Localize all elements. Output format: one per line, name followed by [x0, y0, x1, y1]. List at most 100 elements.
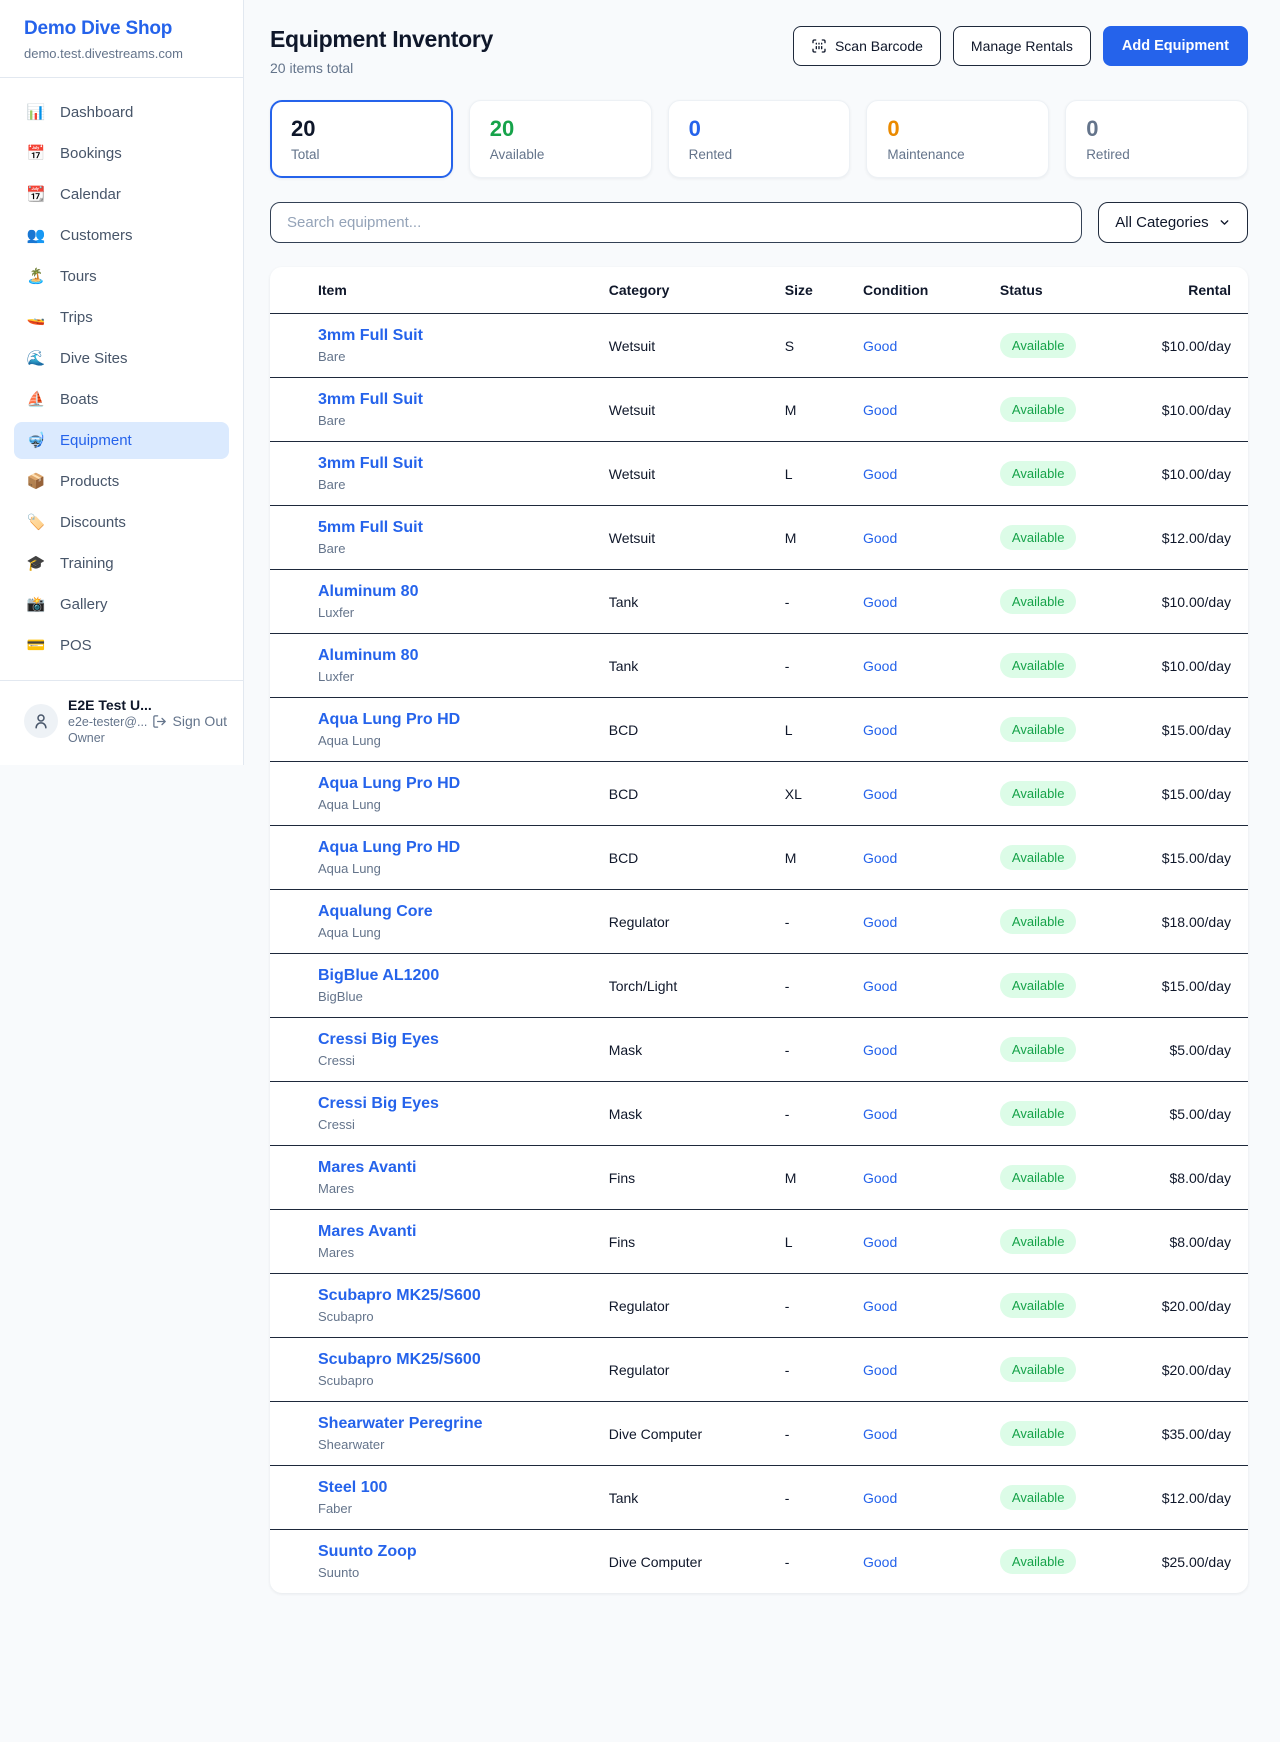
stat-card-total[interactable]: 20 Total	[270, 100, 453, 178]
item-condition-link[interactable]: Good	[847, 570, 984, 634]
item-size: -	[769, 1338, 847, 1402]
item-name-link[interactable]: Aqua Lung Pro HD	[318, 839, 577, 857]
item-condition-link[interactable]: Good	[847, 1018, 984, 1082]
nav-item-icon: 💳	[26, 638, 46, 653]
status-badge: Available	[1000, 653, 1077, 678]
stat-card-available[interactable]: 20 Available	[469, 100, 652, 178]
status-badge: Available	[1000, 909, 1077, 934]
shop-title[interactable]: Demo Dive Shop	[24, 18, 219, 40]
item-condition-link[interactable]: Good	[847, 954, 984, 1018]
item-condition-link[interactable]: Good	[847, 890, 984, 954]
nav-item-label: Products	[60, 473, 119, 490]
item-name-link[interactable]: Aluminum 80	[318, 647, 577, 665]
item-condition-link[interactable]: Good	[847, 1210, 984, 1274]
item-name-link[interactable]: Scubapro MK25/S600	[318, 1351, 577, 1369]
item-condition-link[interactable]: Good	[847, 826, 984, 890]
barcode-scan-icon	[811, 38, 827, 54]
item-condition-link[interactable]: Good	[847, 762, 984, 826]
item-name-link[interactable]: 3mm Full Suit	[318, 455, 577, 473]
stat-card-rented[interactable]: 0 Rented	[668, 100, 851, 178]
table-row: Mares Avanti Mares Fins M Good Available…	[270, 1146, 1248, 1210]
user-icon	[32, 712, 50, 730]
item-condition-link[interactable]: Good	[847, 1274, 984, 1338]
sidebar-item-dive-sites[interactable]: 🌊 Dive Sites	[14, 340, 229, 377]
sidebar-item-pos[interactable]: 💳 POS	[14, 627, 229, 664]
table-row: Aqua Lung Pro HD Aqua Lung BCD M Good Av…	[270, 826, 1248, 890]
scan-barcode-button[interactable]: Scan Barcode	[793, 26, 941, 66]
item-condition-link[interactable]: Good	[847, 1146, 984, 1210]
item-name-link[interactable]: Steel 100	[318, 1479, 577, 1497]
nav-item-icon: 📊	[26, 105, 46, 120]
item-size: L	[769, 1210, 847, 1274]
item-name-link[interactable]: Aluminum 80	[318, 583, 577, 601]
item-condition-link[interactable]: Good	[847, 634, 984, 698]
sidebar-item-bookings[interactable]: 📅 Bookings	[14, 135, 229, 172]
item-brand: Scubapro	[318, 1309, 577, 1324]
nav-item-label: POS	[60, 637, 92, 654]
item-name-link[interactable]: 5mm Full Suit	[318, 519, 577, 537]
item-condition-link[interactable]: Good	[847, 506, 984, 570]
nav-item-icon: 📸	[26, 597, 46, 612]
stat-value: 0	[887, 116, 1028, 142]
item-category: Wetsuit	[593, 378, 769, 442]
item-condition-link[interactable]: Good	[847, 1530, 984, 1594]
item-condition-link[interactable]: Good	[847, 314, 984, 378]
sidebar-item-equipment[interactable]: 🤿 Equipment	[14, 422, 229, 459]
item-name-link[interactable]: Cressi Big Eyes	[318, 1031, 577, 1049]
sidebar-item-gallery[interactable]: 📸 Gallery	[14, 586, 229, 623]
add-equipment-button[interactable]: Add Equipment	[1103, 26, 1248, 66]
chevron-down-icon	[1218, 216, 1231, 229]
item-condition-link[interactable]: Good	[847, 698, 984, 762]
status-badge: Available	[1000, 1549, 1077, 1574]
sidebar-item-customers[interactable]: 👥 Customers	[14, 217, 229, 254]
item-name-link[interactable]: Scubapro MK25/S600	[318, 1287, 577, 1305]
search-input[interactable]	[270, 202, 1082, 243]
sidebar-item-dashboard[interactable]: 📊 Dashboard	[14, 94, 229, 131]
table-row: Suunto Zoop Suunto Dive Computer - Good …	[270, 1530, 1248, 1594]
item-rental-rate: $5.00/day	[1140, 1018, 1248, 1082]
item-rental-rate: $8.00/day	[1140, 1210, 1248, 1274]
item-name-link[interactable]: Suunto Zoop	[318, 1543, 577, 1561]
manage-rentals-button[interactable]: Manage Rentals	[953, 26, 1091, 66]
stat-card-retired[interactable]: 0 Retired	[1065, 100, 1248, 178]
item-name-link[interactable]: Aqualung Core	[318, 903, 577, 921]
item-size: L	[769, 698, 847, 762]
item-condition-link[interactable]: Good	[847, 1082, 984, 1146]
item-category: Regulator	[593, 890, 769, 954]
item-name-link[interactable]: Mares Avanti	[318, 1223, 577, 1241]
avatar	[24, 704, 58, 738]
item-condition-link[interactable]: Good	[847, 378, 984, 442]
item-name-link[interactable]: Shearwater Peregrine	[318, 1415, 577, 1433]
item-name-link[interactable]: 3mm Full Suit	[318, 391, 577, 409]
sign-out-button[interactable]: Sign Out	[152, 713, 227, 729]
item-name-link[interactable]: Cressi Big Eyes	[318, 1095, 577, 1113]
column-header-size: Size	[769, 267, 847, 314]
category-select[interactable]: All Categories	[1098, 202, 1248, 243]
item-condition-link[interactable]: Good	[847, 1466, 984, 1530]
sidebar-item-calendar[interactable]: 📆 Calendar	[14, 176, 229, 213]
item-name-link[interactable]: Aqua Lung Pro HD	[318, 775, 577, 793]
sidebar-item-products[interactable]: 📦 Products	[14, 463, 229, 500]
stat-value: 20	[291, 116, 432, 142]
item-name-link[interactable]: Aqua Lung Pro HD	[318, 711, 577, 729]
table-row: Steel 100 Faber Tank - Good Available $1…	[270, 1466, 1248, 1530]
item-name-link[interactable]: 3mm Full Suit	[318, 327, 577, 345]
sidebar-item-trips[interactable]: 🚤 Trips	[14, 299, 229, 336]
item-category: BCD	[593, 826, 769, 890]
item-brand: Aqua Lung	[318, 733, 577, 748]
item-condition-link[interactable]: Good	[847, 1338, 984, 1402]
item-condition-link[interactable]: Good	[847, 1402, 984, 1466]
sidebar-item-discounts[interactable]: 🏷️ Discounts	[14, 504, 229, 541]
item-name-link[interactable]: Mares Avanti	[318, 1159, 577, 1177]
sidebar-item-tours[interactable]: 🏝️ Tours	[14, 258, 229, 295]
item-name-link[interactable]: BigBlue AL1200	[318, 967, 577, 985]
nav-item-label: Dive Sites	[60, 350, 128, 367]
sidebar-item-boats[interactable]: ⛵ Boats	[14, 381, 229, 418]
user-info: E2E Test U... e2e-tester@... Owner	[68, 697, 142, 745]
item-rental-rate: $10.00/day	[1140, 570, 1248, 634]
sign-out-label: Sign Out	[173, 713, 227, 729]
item-condition-link[interactable]: Good	[847, 442, 984, 506]
item-brand: Scubapro	[318, 1373, 577, 1388]
sidebar-item-training[interactable]: 🎓 Training	[14, 545, 229, 582]
stat-card-maintenance[interactable]: 0 Maintenance	[866, 100, 1049, 178]
